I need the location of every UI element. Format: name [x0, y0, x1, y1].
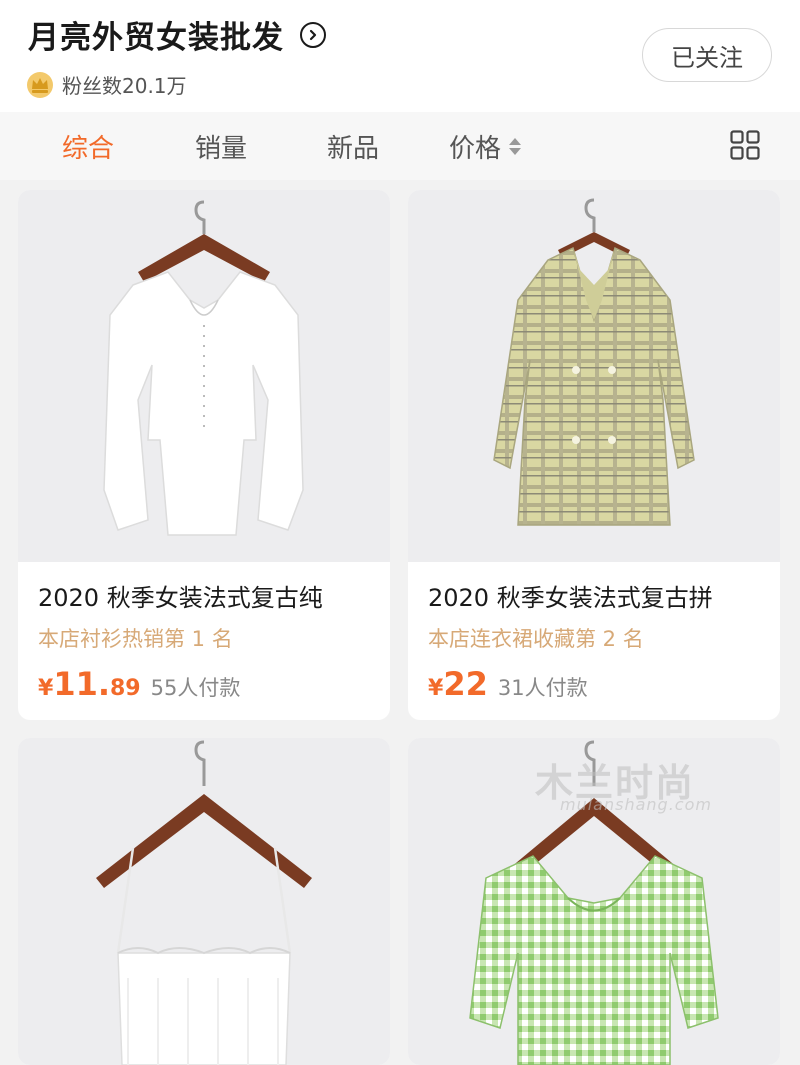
- product-image[interactable]: [18, 738, 390, 1065]
- sort-arrows-icon: [509, 138, 522, 155]
- shop-title-row[interactable]: 月亮外贸女装批发: [28, 12, 326, 57]
- price-currency: ¥: [38, 676, 54, 701]
- product-image[interactable]: [408, 190, 780, 562]
- product-rank-badge: 本店衬衫热销第 1 名: [38, 627, 233, 651]
- white-blouse-image: [103, 200, 304, 536]
- tab-label: 新品: [327, 134, 380, 164]
- product-image[interactable]: [18, 190, 390, 562]
- sold-count: 55人付款: [150, 676, 241, 700]
- plaid-dress-image: [493, 198, 695, 526]
- tab-label: 销量: [195, 134, 248, 164]
- tab-label: 综合: [62, 134, 115, 164]
- sort-bar: 综合 销量 新品 价格: [0, 112, 800, 180]
- crown-icon: [27, 71, 53, 98]
- fans-count: 粉丝数20.1万: [62, 74, 187, 98]
- grid-view-icon[interactable]: [730, 130, 760, 160]
- tab-new[interactable]: 新品: [327, 128, 379, 165]
- price-integer: 11.: [53, 665, 110, 703]
- tab-sales[interactable]: 销量: [195, 128, 247, 165]
- product-card[interactable]: [18, 738, 390, 1065]
- tab-label: 价格: [449, 134, 502, 164]
- product-card[interactable]: 2020 秋季女装法式复古拼 本店连衣裙收藏第 2 名 ¥ 22 31人付款: [408, 190, 780, 720]
- tab-price[interactable]: 价格: [449, 128, 522, 165]
- chevron-right-circle-icon[interactable]: [300, 21, 326, 48]
- follow-button[interactable]: 已关注: [642, 28, 772, 82]
- watermark-url: mulanshang.com: [560, 795, 712, 814]
- product-card[interactable]: 2020 秋季女装法式复古纯 本店衬衫热销第 1 名 ¥ 11. 89 55人付…: [18, 190, 390, 720]
- sold-count: 31人付款: [497, 676, 588, 700]
- shop-header: 月亮外贸女装批发 粉丝数20.1万 已关注: [0, 0, 800, 112]
- price-decimal: 89: [110, 676, 141, 701]
- white-cami-image: [96, 740, 312, 1065]
- price-integer: 22: [443, 665, 488, 703]
- shop-name: 月亮外贸女装批发: [28, 20, 284, 56]
- tab-comprehensive[interactable]: 综合: [62, 128, 114, 165]
- fans-row: 粉丝数20.1万: [26, 70, 187, 99]
- price-currency: ¥: [428, 676, 444, 701]
- price-row: ¥ 22 31人付款: [428, 665, 760, 703]
- product-title: 2020 秋季女装法式复古拼: [428, 584, 713, 612]
- product-title: 2020 秋季女装法式复古纯: [38, 584, 323, 612]
- product-rank-badge: 本店连衣裙收藏第 2 名: [428, 627, 644, 651]
- price-row: ¥ 11. 89 55人付款: [38, 665, 370, 703]
